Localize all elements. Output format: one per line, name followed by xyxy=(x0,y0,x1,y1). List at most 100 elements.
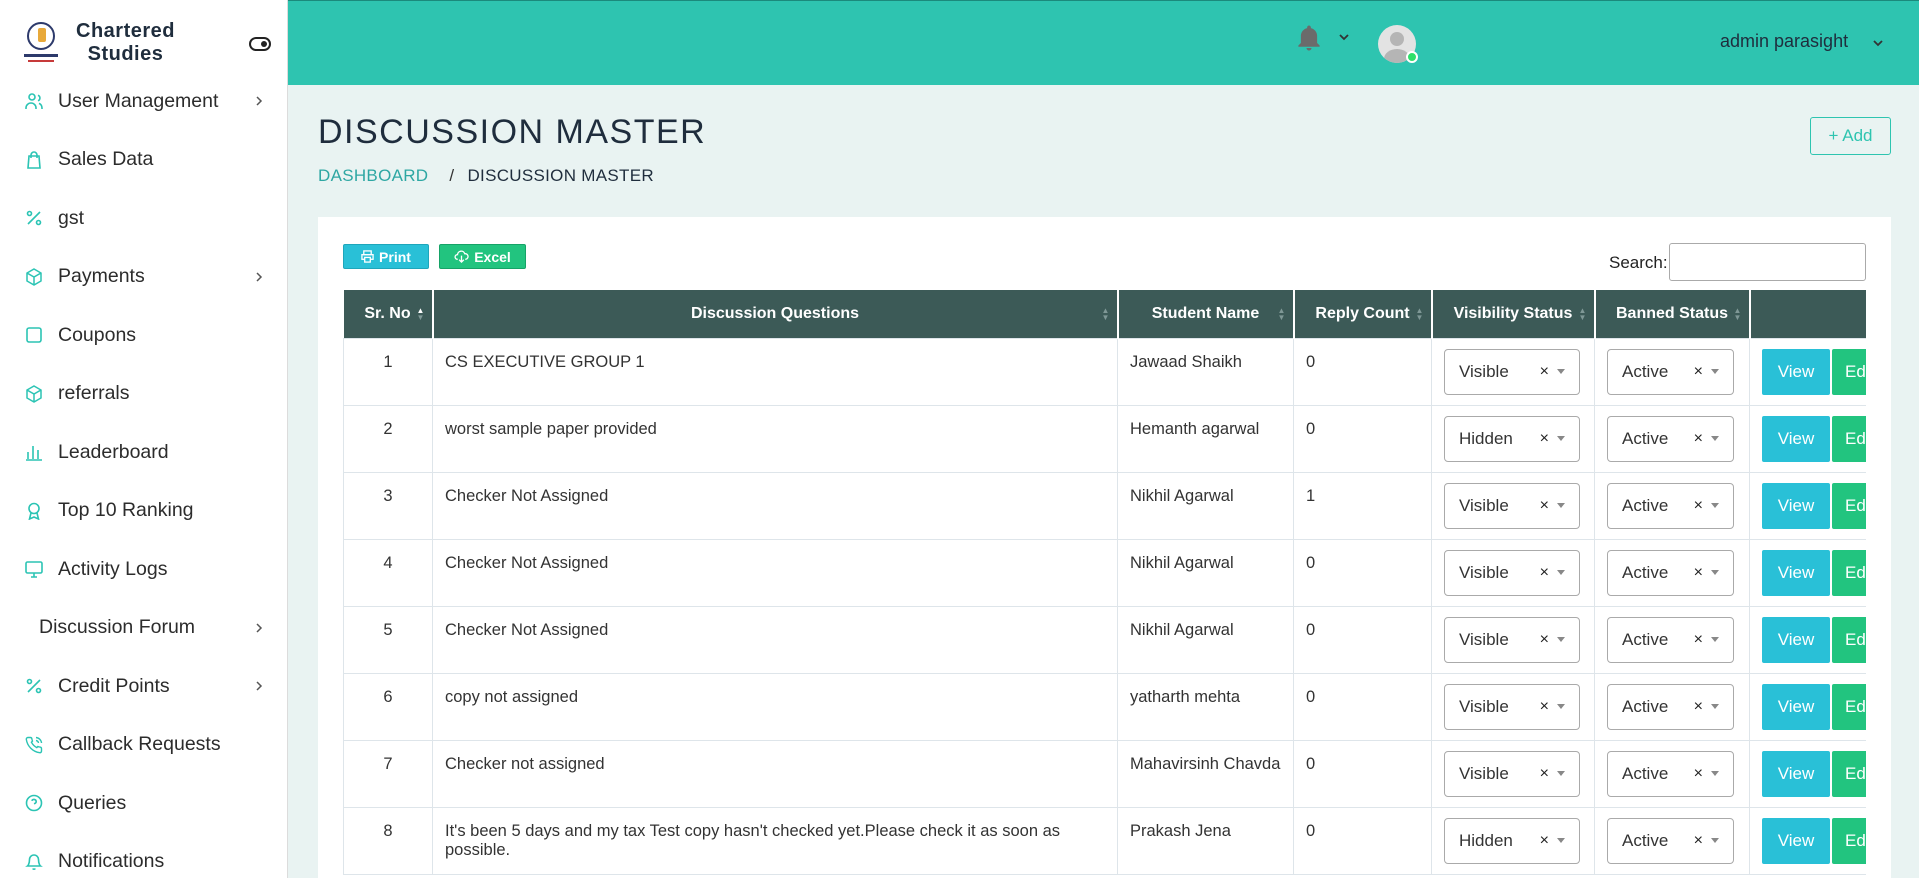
print-button[interactable]: Print xyxy=(343,244,429,269)
caret-down-icon xyxy=(1711,703,1719,709)
clear-icon[interactable]: × xyxy=(1694,698,1703,716)
sidebar-item-activity-logs[interactable]: Activity Logs xyxy=(0,540,287,599)
banned-select[interactable]: Active × xyxy=(1607,348,1734,395)
visibility-select[interactable]: Visible × xyxy=(1444,750,1580,797)
sidebar-item-payments[interactable]: Payments xyxy=(0,248,287,307)
sidebar-item-notifications[interactable]: Notifications xyxy=(0,833,287,878)
table-row: 7 Checker not assigned Mahavirsinh Chavda 0… xyxy=(343,739,1891,808)
clear-icon[interactable]: × xyxy=(1694,564,1703,582)
discussion-table: Sr. No ▲ ▼ Discussion Questions ▲ ▼ Student … xyxy=(343,290,1891,875)
sidebar-toggle-icon[interactable] xyxy=(249,37,271,51)
column-header-reply-count[interactable]: Reply Count ▲ ▼ xyxy=(1293,290,1433,338)
view-button[interactable]: View xyxy=(1762,817,1830,864)
banned-select[interactable]: Active × xyxy=(1607,683,1734,730)
brand[interactable]: Chartered Studies xyxy=(0,0,287,85)
chevron-right-icon xyxy=(256,272,263,282)
cell-sr-no: 6 xyxy=(343,672,433,741)
caret-down-icon xyxy=(1557,837,1565,843)
cell-question: Checker Not Assigned xyxy=(432,605,1118,674)
visibility-select[interactable]: Hidden × xyxy=(1444,817,1580,864)
sidebar-item-credit-points[interactable]: Credit Points xyxy=(0,657,287,716)
clear-icon[interactable]: × xyxy=(1540,631,1549,649)
view-button[interactable]: View xyxy=(1762,482,1830,529)
visibility-select[interactable]: Visible × xyxy=(1444,683,1580,730)
brand-logo xyxy=(22,20,60,66)
user-name[interactable]: admin parasight xyxy=(1720,31,1848,52)
chevron-down-icon[interactable] xyxy=(1338,31,1350,43)
clear-icon[interactable]: × xyxy=(1540,832,1549,850)
cell-reply-count: 0 xyxy=(1293,605,1432,674)
banned-select[interactable]: Active × xyxy=(1607,549,1734,596)
sidebar-menu: User Management Sales Data gst Payments Coup… xyxy=(0,72,287,878)
clear-icon[interactable]: × xyxy=(1540,698,1549,716)
clear-icon[interactable]: × xyxy=(1540,564,1549,582)
clear-icon[interactable]: × xyxy=(1540,430,1549,448)
sidebar-item-callback-requests[interactable]: Callback Requests xyxy=(0,716,287,775)
cell-sr-no: 1 xyxy=(343,337,433,406)
clear-icon[interactable]: × xyxy=(1540,497,1549,515)
print-label: Print xyxy=(379,248,411,265)
sidebar-item-queries[interactable]: Queries xyxy=(0,774,287,833)
chevron-down-icon[interactable] xyxy=(1872,37,1884,49)
view-button[interactable]: View xyxy=(1762,616,1830,663)
cell-visibility: Visible × xyxy=(1431,605,1595,674)
banned-select[interactable]: Active × xyxy=(1607,415,1734,462)
add-button[interactable]: + Add xyxy=(1810,117,1891,155)
clear-icon[interactable]: × xyxy=(1540,765,1549,783)
brand-line-1: Chartered xyxy=(76,19,175,42)
view-button[interactable]: View xyxy=(1762,683,1830,730)
visibility-select[interactable]: Visible × xyxy=(1444,549,1580,596)
caret-down-icon xyxy=(1557,770,1565,776)
table-overflow-mask xyxy=(1866,290,1891,878)
clear-icon[interactable]: × xyxy=(1694,497,1703,515)
sidebar-item-discussion-forum[interactable]: Discussion Forum xyxy=(0,599,287,658)
sidebar-item-referrals[interactable]: referrals xyxy=(0,365,287,424)
cell-banned: Active × xyxy=(1594,337,1750,406)
search-input[interactable] xyxy=(1669,243,1866,281)
caret-down-icon xyxy=(1711,502,1719,508)
column-header-sr-no[interactable]: Sr. No ▲ ▼ xyxy=(343,290,434,338)
visibility-select[interactable]: Hidden × xyxy=(1444,415,1580,462)
excel-button[interactable]: Excel xyxy=(439,244,526,269)
banned-select[interactable]: Active × xyxy=(1607,817,1734,864)
notification-bell-icon[interactable] xyxy=(1294,23,1324,53)
cell-visibility: Visible × xyxy=(1431,337,1595,406)
column-header-discussion-questions[interactable]: Discussion Questions ▲ ▼ xyxy=(432,290,1119,338)
sidebar-item-leaderboard[interactable]: Leaderboard xyxy=(0,423,287,482)
view-button[interactable]: View xyxy=(1762,549,1830,596)
view-button[interactable]: View xyxy=(1762,415,1830,462)
banned-select[interactable]: Active × xyxy=(1607,750,1734,797)
breadcrumb-dashboard-link[interactable]: DASHBOARD xyxy=(318,166,428,185)
clear-icon[interactable]: × xyxy=(1694,430,1703,448)
sidebar-item-sales-data[interactable]: Sales Data xyxy=(0,131,287,190)
cell-visibility: Visible × xyxy=(1431,739,1595,808)
cell-student-name: Nikhil Agarwal xyxy=(1117,471,1294,540)
column-header-student-name[interactable]: Student Name ▲ ▼ xyxy=(1117,290,1295,338)
sidebar-item-label: User Management xyxy=(58,89,219,112)
sidebar-item-top-10-ranking[interactable]: Top 10 Ranking xyxy=(0,482,287,541)
clear-icon[interactable]: × xyxy=(1540,363,1549,381)
banned-select[interactable]: Active × xyxy=(1607,616,1734,663)
visibility-value: Visible xyxy=(1459,495,1509,515)
cell-banned: Active × xyxy=(1594,739,1750,808)
visibility-select[interactable]: Visible × xyxy=(1444,482,1580,529)
cell-sr-no: 8 xyxy=(343,806,433,875)
view-button[interactable]: View xyxy=(1762,348,1830,395)
column-header-visibility-status[interactable]: Visibility Status ▲ ▼ xyxy=(1431,290,1596,338)
cell-student-name: Hemanth agarwal xyxy=(1117,404,1294,473)
visibility-select[interactable]: Visible × xyxy=(1444,616,1580,663)
clear-icon[interactable]: × xyxy=(1694,765,1703,783)
clear-icon[interactable]: × xyxy=(1694,832,1703,850)
cell-reply-count: 1 xyxy=(1293,471,1432,540)
monitor-icon xyxy=(24,559,44,579)
cell-visibility: Visible × xyxy=(1431,471,1595,540)
visibility-select[interactable]: Visible × xyxy=(1444,348,1580,395)
banned-select[interactable]: Active × xyxy=(1607,482,1734,529)
clear-icon[interactable]: × xyxy=(1694,363,1703,381)
sidebar-item-coupons[interactable]: Coupons xyxy=(0,306,287,365)
column-header-banned-status[interactable]: Banned Status ▲ ▼ xyxy=(1594,290,1751,338)
clear-icon[interactable]: × xyxy=(1694,631,1703,649)
sidebar-item-gst[interactable]: gst xyxy=(0,189,287,248)
view-button[interactable]: View xyxy=(1762,750,1830,797)
caret-down-icon xyxy=(1711,636,1719,642)
